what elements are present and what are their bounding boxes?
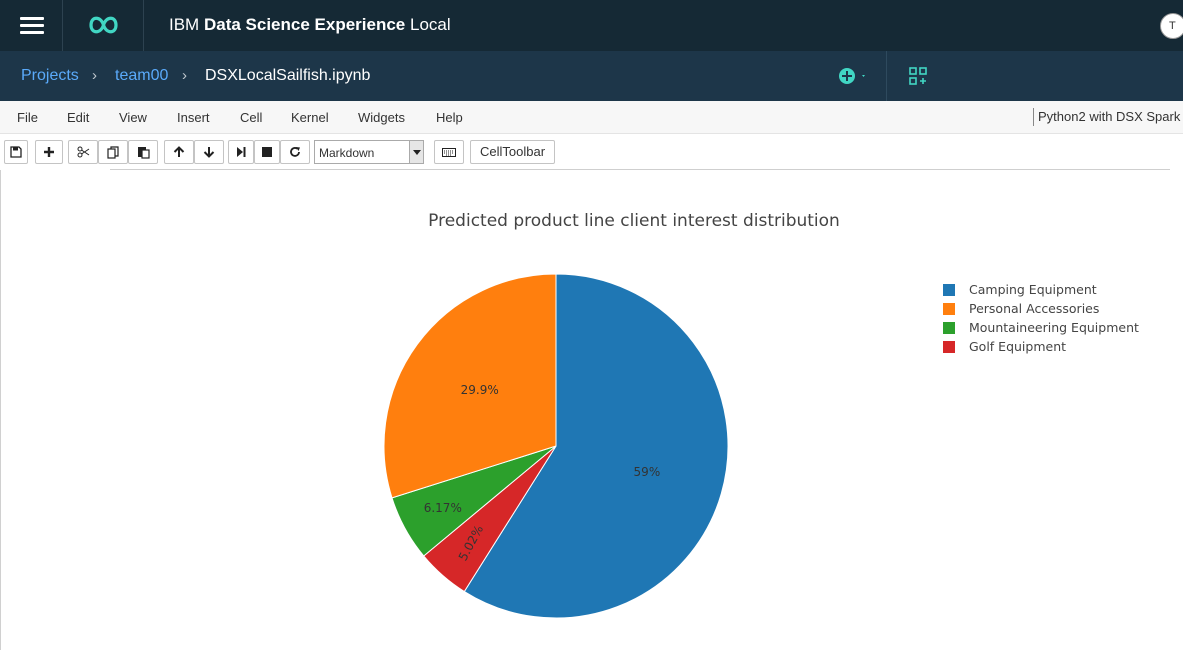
copy-icon: [106, 145, 119, 159]
plus-icon: [44, 147, 54, 157]
legend-label[interactable]: Mountaineering Equipment: [969, 320, 1139, 335]
breadcrumb-separator-icon: ›: [92, 67, 97, 84]
notebook-menubar: File Edit View Insert Cell Kernel Widget…: [0, 101, 1183, 134]
legend-swatch[interactable]: [943, 284, 955, 296]
add-icon[interactable]: [838, 67, 868, 85]
move-up-button[interactable]: [164, 140, 194, 164]
legend-label[interactable]: Camping Equipment: [969, 282, 1097, 297]
app-title-bold: Data Science Experience: [203, 15, 406, 34]
menu-insert[interactable]: Insert: [177, 110, 210, 125]
breadcrumb-projects-link[interactable]: Projects: [21, 67, 79, 85]
top-bar: IBM Data Science Experience Local T: [0, 0, 1183, 51]
save-button[interactable]: [4, 140, 28, 164]
stop-icon: [262, 147, 272, 157]
arrow-down-icon: [203, 147, 215, 158]
menu-help[interactable]: Help: [436, 110, 463, 125]
legend-swatch[interactable]: [943, 303, 955, 315]
menu-file[interactable]: File: [17, 110, 38, 125]
pie-chart: Predicted product line client interest d…: [383, 211, 1139, 619]
menu-edit[interactable]: Edit: [67, 110, 89, 125]
run-cell-button[interactable]: [228, 140, 254, 164]
menu-widgets[interactable]: Widgets: [358, 110, 405, 125]
menu-kernel[interactable]: Kernel: [291, 110, 329, 125]
app-title-prefix: IBM: [169, 15, 200, 34]
legend-swatch[interactable]: [943, 322, 955, 334]
schema-icon[interactable]: [909, 67, 927, 85]
arrow-up-icon: [173, 146, 185, 157]
paste-icon: [137, 146, 150, 159]
command-palette-button[interactable]: [434, 140, 464, 164]
user-avatar[interactable]: T: [1160, 13, 1183, 39]
keyboard-icon: [442, 147, 456, 157]
celltoolbar-button[interactable]: CellToolbar: [470, 140, 556, 164]
cell-type-value: Markdown: [319, 146, 375, 160]
breadcrumb-separator-icon: ›: [182, 67, 187, 84]
cell-type-select[interactable]: Markdown: [314, 140, 424, 164]
app-title-suffix: Local: [409, 15, 451, 34]
kernel-indicator[interactable]: Python2 with DSX Spark: [1033, 108, 1180, 126]
pie-data-label: 59%: [634, 465, 661, 479]
interrupt-kernel-button[interactable]: [254, 140, 280, 164]
nav-divider: [886, 51, 887, 101]
chevron-down-icon: [409, 141, 423, 163]
copy-button[interactable]: [98, 140, 128, 164]
notebook-toolbar: Markdown CellToolbar: [0, 134, 1183, 170]
move-down-button[interactable]: [194, 140, 224, 164]
legend-swatch[interactable]: [943, 341, 955, 353]
chart-legend: Camping Equipment Personal Accessories Mou…: [943, 282, 1139, 354]
insert-cell-button[interactable]: [35, 140, 63, 164]
dsx-logo-icon[interactable]: [63, 0, 144, 51]
chart-title: Predicted product line client interest d…: [428, 211, 840, 231]
restart-kernel-button[interactable]: [280, 140, 310, 164]
refresh-icon: [290, 147, 300, 157]
save-icon: [10, 146, 22, 158]
cut-button[interactable]: [68, 140, 98, 164]
legend-label[interactable]: Personal Accessories: [969, 301, 1099, 316]
app-title: IBM Data Science Experience Local: [169, 15, 451, 35]
step-forward-icon: [237, 147, 246, 157]
pie-data-label: 6.17%: [424, 501, 462, 515]
cut-icon: [77, 146, 89, 158]
menu-view[interactable]: View: [119, 110, 147, 125]
hamburger-menu-icon[interactable]: [0, 0, 63, 51]
breadcrumb-project-link[interactable]: team00: [115, 67, 168, 85]
legend-label[interactable]: Golf Equipment: [969, 339, 1066, 354]
breadcrumb: Projects › team00 › DSXLocalSailfish.ipy…: [0, 51, 1183, 101]
breadcrumb-notebook-name: DSXLocalSailfish.ipynb: [205, 67, 371, 84]
paste-button[interactable]: [128, 140, 158, 164]
pie-data-label: 29.9%: [461, 383, 499, 397]
menu-cell[interactable]: Cell: [240, 110, 262, 125]
pie-slices: [383, 273, 729, 619]
